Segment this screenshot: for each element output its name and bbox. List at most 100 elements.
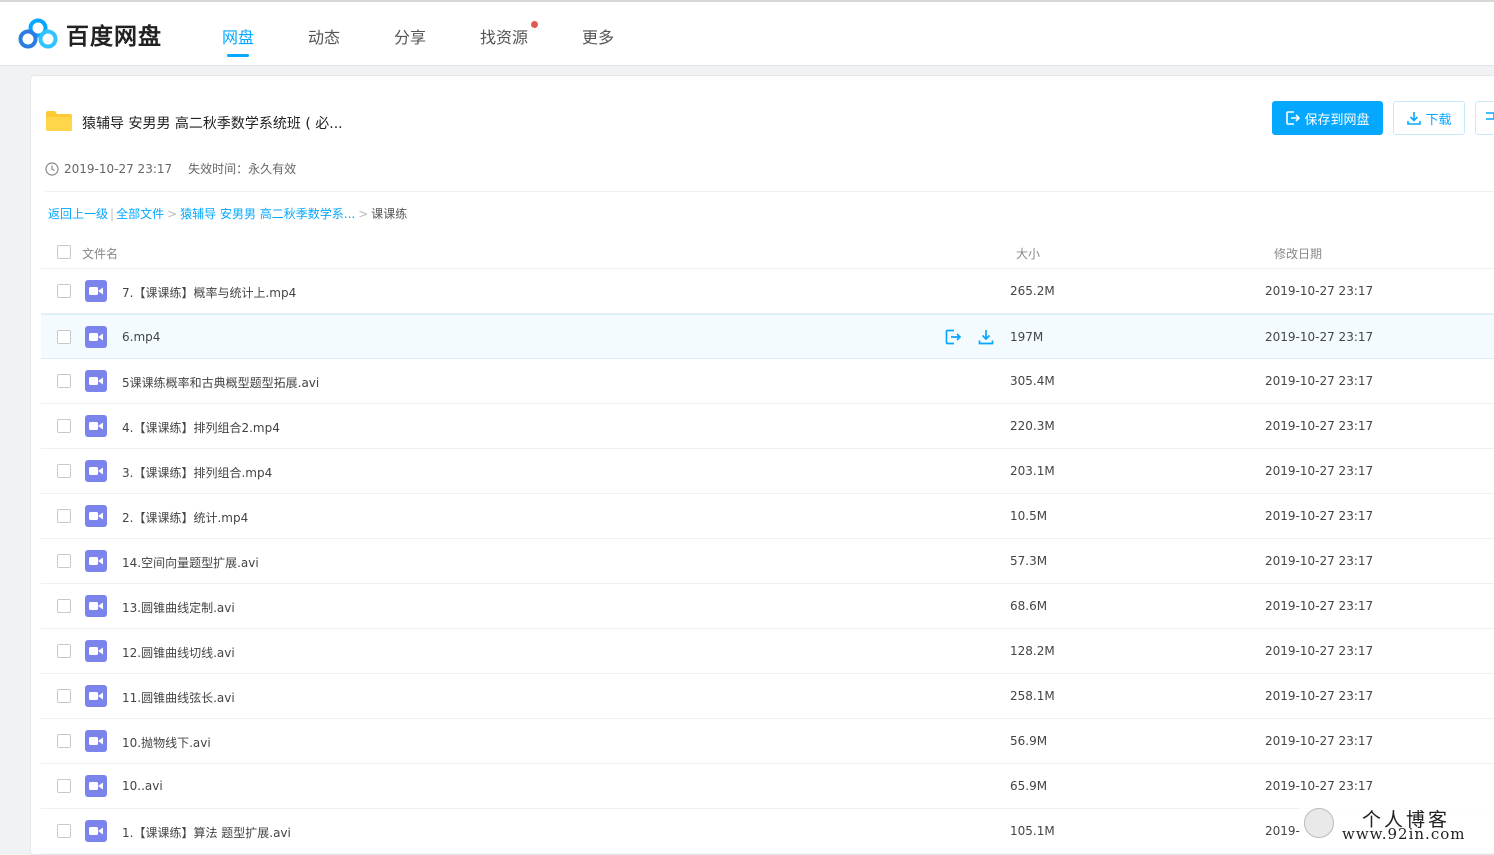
share-created-time: 2019-10-27 23:17 [64, 161, 173, 176]
file-size: 10.5M [1010, 509, 1048, 523]
file-row[interactable]: 10..avi 65.9M 2019-10-27 23:17 [41, 764, 1494, 809]
row-checkbox[interactable] [57, 509, 71, 523]
row-checkbox[interactable] [57, 644, 71, 658]
row-checkbox[interactable] [57, 464, 71, 478]
file-row[interactable]: 11.圆锥曲线弦长.avi 258.1M 2019-10-27 23:17 [41, 674, 1494, 719]
select-all-checkbox[interactable] [57, 245, 71, 259]
breadcrumb-separator: > [167, 206, 178, 221]
file-modified-date: 2019-10-27 23:17 [1265, 689, 1374, 703]
file-list: 7.【课课练】概率与统计上.mp4 265.2M 2019-10-27 23:17 6… [41, 269, 1494, 854]
file-row[interactable]: 3.【课课练】排列组合.mp4 203.1M 2019-10-27 23:17 [41, 449, 1494, 494]
video-file-icon [85, 415, 107, 437]
nav-item-share[interactable]: 分享 [394, 24, 426, 48]
app-name: 百度网盘 [66, 24, 162, 50]
file-modified-date: 2019-10-27 23:17 [1265, 419, 1374, 433]
file-name[interactable]: 3.【课课练】排列组合.mp4 [122, 464, 272, 481]
file-size: 128.2M [1010, 644, 1055, 658]
file-modified-date: 2019-10-27 23:17 [1265, 779, 1374, 793]
row-checkbox[interactable] [57, 599, 71, 613]
file-name[interactable]: 7.【课课练】概率与统计上.mp4 [122, 284, 296, 301]
column-header-name[interactable]: 文件名 [82, 245, 118, 262]
download-icon [1407, 112, 1422, 125]
breadcrumb: 返回上一级 | 全部文件 > 猿辅导 安男男 高二秋季数学系... > 课课练 [48, 205, 407, 222]
baidu-netdisk-logo-icon [18, 18, 58, 49]
row-checkbox[interactable] [57, 330, 71, 344]
row-checkbox[interactable] [57, 374, 71, 388]
nav-item-netdisk[interactable]: 网盘 [222, 24, 254, 48]
logo[interactable]: 百度网盘 [18, 17, 162, 51]
file-name[interactable]: 11.圆锥曲线弦长.avi [122, 689, 235, 706]
file-name[interactable]: 1.【课课练】算法 题型扩展.avi [122, 824, 291, 841]
report-icon [1486, 112, 1494, 120]
share-meta: 2019-10-27 23:17 失效时间： 永久有效 [45, 160, 296, 177]
file-size: 265.2M [1010, 284, 1055, 298]
file-row[interactable]: 13.圆锥曲线定制.avi 68.6M 2019-10-27 23:17 [41, 584, 1494, 629]
file-modified-date: 2019-10-27 23:17 [1265, 509, 1374, 523]
file-size: 203.1M [1010, 464, 1055, 478]
file-modified-date: 2019-10-27 23:17 [1265, 734, 1374, 748]
breadcrumb-back-link[interactable]: 返回上一级 [48, 205, 108, 222]
column-header-date[interactable]: 修改日期 [1274, 245, 1322, 262]
watermark-avatar [1304, 808, 1334, 838]
row-checkbox[interactable] [57, 824, 71, 838]
file-size: 105.1M [1010, 824, 1055, 838]
folder-icon [46, 111, 72, 131]
row-checkbox[interactable] [57, 779, 71, 793]
file-size: 197M [1010, 330, 1044, 344]
divider [45, 191, 1494, 192]
file-row[interactable]: 6.mp4 197M 2019-10-27 23:17 [41, 314, 1494, 359]
save-row-icon[interactable] [944, 328, 962, 346]
video-file-icon [85, 460, 107, 482]
save-button-label: 保存到网盘 [1304, 112, 1370, 128]
file-name[interactable]: 10.抛物线下.avi [122, 734, 211, 751]
row-checkbox[interactable] [57, 734, 71, 748]
file-modified-date: 2019-10-27 23:17 [1265, 599, 1374, 613]
more-actions-button[interactable] [1475, 101, 1494, 135]
file-size: 57.3M [1010, 554, 1048, 568]
share-title: 猿辅导 安男男 高二秋季数学系统班 ( 必... [82, 116, 343, 132]
column-header-size[interactable]: 大小 [1016, 245, 1040, 262]
file-table-header: 文件名 大小 修改日期 [41, 236, 1494, 269]
file-name[interactable]: 14.空间向量题型扩展.avi [122, 554, 259, 571]
file-size: 305.4M [1010, 374, 1055, 388]
file-row[interactable]: 12.圆锥曲线切线.avi 128.2M 2019-10-27 23:17 [41, 629, 1494, 674]
breadcrumb-all-files-link[interactable]: 全部文件 [116, 205, 164, 222]
file-row[interactable]: 1.【课课练】算法 题型扩展.avi 105.1M 2019- [41, 809, 1494, 854]
breadcrumb-folder-link[interactable]: 猿辅导 安男男 高二秋季数学系... [180, 205, 355, 222]
row-checkbox[interactable] [57, 554, 71, 568]
expire-value: 永久有效 [248, 162, 297, 176]
top-bar: 百度网盘 网盘 动态 分享 找资源 更多 [0, 0, 1494, 66]
save-to-netdisk-button[interactable]: 保存到网盘 [1272, 101, 1383, 135]
file-name[interactable]: 2.【课课练】统计.mp4 [122, 509, 248, 526]
breadcrumb-separator: > [358, 206, 369, 221]
file-row[interactable]: 10.抛物线下.avi 56.9M 2019-10-27 23:17 [41, 719, 1494, 764]
breadcrumb-current: 课课练 [371, 207, 408, 221]
file-name[interactable]: 13.圆锥曲线定制.avi [122, 599, 235, 616]
video-file-icon [85, 640, 107, 662]
file-row[interactable]: 2.【课课练】统计.mp4 10.5M 2019-10-27 23:17 [41, 494, 1494, 539]
video-file-icon [85, 730, 107, 752]
share-panel: 猿辅导 安男男 高二秋季数学系统班 ( 必... 保存到网盘 下载 2019-1… [30, 75, 1494, 855]
nav-item-more[interactable]: 更多 [582, 24, 614, 48]
row-checkbox[interactable] [57, 689, 71, 703]
file-row[interactable]: 5课课练概率和古典概型题型拓展.avi 305.4M 2019-10-27 23:1… [41, 359, 1494, 404]
download-button[interactable]: 下载 [1393, 101, 1465, 135]
row-checkbox[interactable] [57, 284, 71, 298]
nav-item-find-resources[interactable]: 找资源 [480, 24, 528, 48]
clock-icon [45, 161, 59, 176]
nav-item-feed[interactable]: 动态 [308, 24, 340, 48]
file-row[interactable]: 7.【课课练】概率与统计上.mp4 265.2M 2019-10-27 23:17 [41, 269, 1494, 314]
file-size: 220.3M [1010, 419, 1055, 433]
download-row-icon[interactable] [977, 328, 995, 346]
file-row[interactable]: 14.空间向量题型扩展.avi 57.3M 2019-10-27 23:17 [41, 539, 1494, 584]
file-name[interactable]: 12.圆锥曲线切线.avi [122, 644, 235, 661]
file-name[interactable]: 5课课练概率和古典概型题型拓展.avi [122, 374, 319, 391]
file-name[interactable]: 4.【课课练】排列组合2.mp4 [122, 419, 280, 436]
file-row[interactable]: 4.【课课练】排列组合2.mp4 220.3M 2019-10-27 23:17 [41, 404, 1494, 449]
row-checkbox[interactable] [57, 419, 71, 433]
file-name[interactable]: 10..avi [122, 779, 163, 793]
download-button-label: 下载 [1425, 112, 1452, 128]
file-modified-date: 2019- [1265, 824, 1300, 838]
video-file-icon [85, 775, 107, 797]
file-name[interactable]: 6.mp4 [122, 330, 160, 344]
